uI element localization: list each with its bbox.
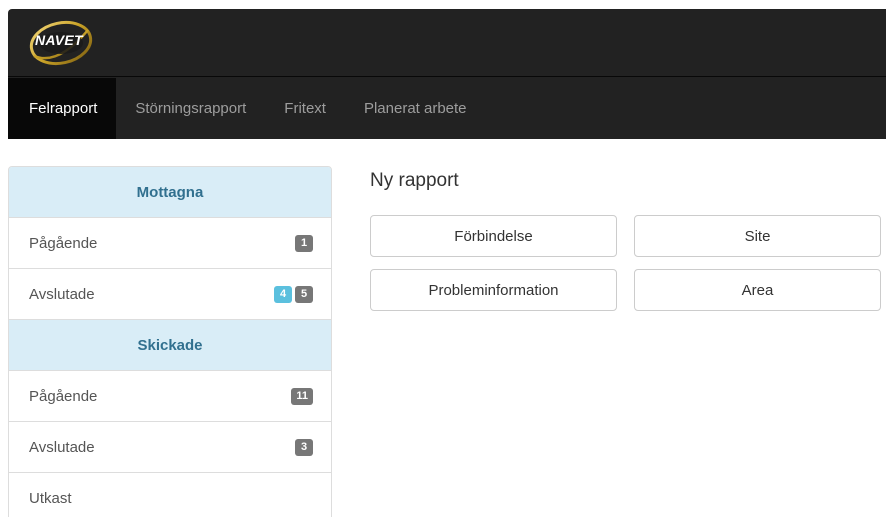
list-item-label: Utkast [29,489,72,507]
badge-group: 11 [291,387,313,405]
group-header-received: Mottagna [9,167,331,218]
site-button[interactable]: Site [634,215,881,257]
count-badge: 5 [295,285,313,303]
badge-group: 4 5 [274,285,313,303]
nav-item-storningsrapport[interactable]: Störningsrapport [116,78,265,139]
list-item-sent-ongoing[interactable]: Pågående 11 [9,371,331,422]
page-title: Ny rapport [370,170,459,191]
list-item-label: Avslutade [29,438,95,456]
count-badge: 1 [295,234,313,252]
main-nav: Felrapport Störningsrapport Fritext Plan… [8,78,886,139]
list-item-draft[interactable]: Utkast [9,473,331,517]
list-item-sent-finished[interactable]: Avslutade 3 [9,422,331,473]
nav-item-planerat-arbete[interactable]: Planerat arbete [345,78,486,139]
list-item-label: Pågående [29,234,98,252]
brand-row: NAVET [8,9,886,77]
nav-item-fritext[interactable]: Fritext [265,78,345,139]
badge-group: 1 [295,234,313,252]
group-header-sent: Skickade [9,320,331,371]
main-content: Ny rapport Förbindelse Site Probleminfor… [370,168,881,311]
probleminformation-button[interactable]: Probleminformation [370,269,617,311]
list-item-received-finished[interactable]: Avslutade 4 5 [9,269,331,320]
new-count-badge: 4 [274,285,292,303]
list-item-label: Avslutade [29,285,95,303]
list-item-received-ongoing[interactable]: Pågående 1 [9,218,331,269]
count-badge: 3 [295,438,313,456]
list-item-label: Pågående [29,387,98,405]
area-button[interactable]: Area [634,269,881,311]
top-navbar: NAVET Felrapport Störningsrapport Fritex… [8,9,886,139]
forbindelse-button[interactable]: Förbindelse [370,215,617,257]
nav-item-felrapport[interactable]: Felrapport [8,78,117,139]
count-badge: 11 [291,387,313,405]
badge-group: 3 [295,438,313,456]
sidebar: Mottagna Pågående 1 Avslutade 4 5 Skicka… [8,166,332,517]
logo-text: NAVET [35,32,83,48]
